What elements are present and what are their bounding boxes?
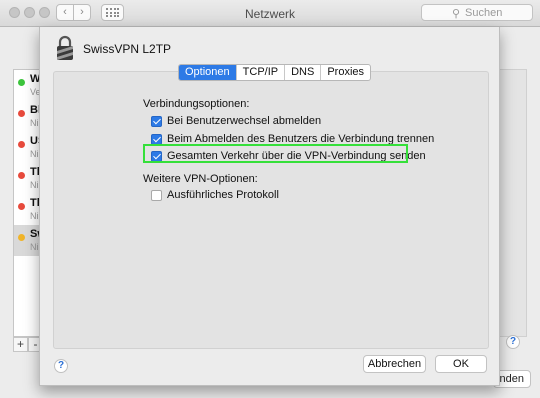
help-icon[interactable]: ? <box>54 359 68 373</box>
cancel-button[interactable]: Abbrechen <box>363 355 426 373</box>
highlight-box <box>143 144 408 163</box>
help-icon[interactable]: ? <box>506 335 520 349</box>
window-titlebar: ‹ › Netzwerk ⚲ Suchen <box>0 0 540 27</box>
tab-tcpip[interactable]: TCP/IP <box>235 65 284 80</box>
service-status: Ni <box>30 149 39 159</box>
checkbox-unchecked-icon[interactable] <box>151 189 162 201</box>
checkbox-checked-icon[interactable] <box>151 133 162 145</box>
service-status: Ni <box>30 242 39 252</box>
status-dot-icon <box>18 234 25 241</box>
magnifier-icon: ⚲ <box>452 8 461 20</box>
vpn-options-sheet: SwissVPN L2TP Verbindungsoptionen: Bei B… <box>39 27 500 386</box>
service-status: Ni <box>30 211 39 221</box>
section-title-more-vpn-options: Weitere VPN-Optionen: <box>143 173 258 185</box>
option-disconnect-on-user-switch[interactable]: Bei Benutzerwechsel abmelden <box>151 114 321 128</box>
search-input[interactable]: ⚲ Suchen <box>421 4 533 21</box>
status-dot-icon <box>18 203 25 210</box>
status-dot-icon <box>18 141 25 148</box>
add-service-button[interactable]: + <box>13 337 28 352</box>
tab-proxies[interactable]: Proxies <box>320 65 370 80</box>
option-label: Bei Benutzerwechsel abmelden <box>167 115 322 127</box>
service-status: Ni <box>30 118 39 128</box>
ok-button[interactable]: OK <box>435 355 487 373</box>
status-dot-icon <box>18 172 25 179</box>
vpn-name: SwissVPN L2TP <box>83 42 172 56</box>
section-title-connection-options: Verbindungsoptionen: <box>143 98 250 110</box>
tab-dns[interactable]: DNS <box>284 65 320 80</box>
search-placeholder: Suchen <box>465 7 503 19</box>
service-status: Ni <box>30 180 39 190</box>
status-dot-icon <box>18 79 25 86</box>
tab-optionen[interactable]: Optionen <box>179 65 236 80</box>
checkbox-checked-icon[interactable] <box>151 115 162 127</box>
option-verbose-logging[interactable]: Ausführliches Protokoll <box>151 188 279 202</box>
status-dot-icon <box>18 110 25 117</box>
details-panel <box>499 69 527 337</box>
tab-bar: Optionen TCP/IP DNS Proxies <box>178 64 372 81</box>
options-panel: Verbindungsoptionen: Bei Benutzerwechsel… <box>53 71 489 349</box>
lock-icon <box>57 35 73 60</box>
option-label: Ausführliches Protokoll <box>167 189 279 201</box>
